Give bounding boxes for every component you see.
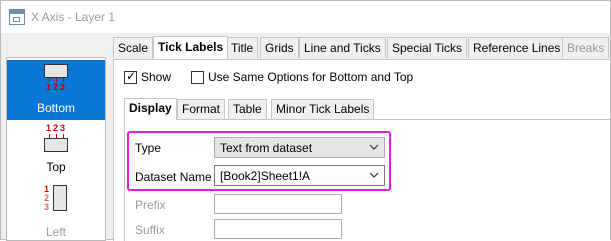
same-options-checkbox-label: Use Same Options for Bottom and Top <box>208 70 414 84</box>
type-dropdown[interactable]: Text from dataset <box>214 137 385 158</box>
tab-title[interactable]: Title <box>226 37 259 58</box>
axis-selector-list: 1 2 3 Bottom 1 2 3 Top 1 2 3 Left <box>6 57 106 241</box>
tab-line-and-ticks[interactable]: Line and Ticks <box>299 37 386 58</box>
type-dropdown-value: Text from dataset <box>220 141 313 155</box>
axis-item-top-label: Top <box>46 160 66 174</box>
type-label: Type <box>135 141 162 155</box>
subtab-table[interactable]: Table <box>228 99 267 119</box>
show-checkbox[interactable]: ✓ <box>124 69 137 84</box>
axis-item-left-label: Left <box>45 225 66 239</box>
chevron-down-icon <box>369 144 379 150</box>
prefix-input[interactable] <box>214 194 342 214</box>
tab-tick-labels[interactable]: Tick Labels <box>153 36 229 59</box>
show-checkbox-label: Show <box>141 70 172 84</box>
x-axis-dialog: X Axis - Layer 1 1 2 3 Bottom 1 2 3 Top … <box>0 0 611 241</box>
same-options-checkbox[interactable] <box>191 71 204 84</box>
window-icon <box>9 9 25 25</box>
tab-grids[interactable]: Grids <box>260 37 299 58</box>
suffix-label: Suffix <box>135 223 165 237</box>
dataset-name-value: [Book2]Sheet1!A <box>220 169 311 183</box>
checkmark-icon: ✓ <box>126 69 137 83</box>
axis-item-bottom-label: Bottom <box>36 101 75 115</box>
window-title: X Axis - Layer 1 <box>31 10 116 24</box>
subtab-format[interactable]: Format <box>177 99 226 119</box>
tab-special-ticks[interactable]: Special Ticks <box>387 37 468 58</box>
dataset-name-combobox[interactable]: [Book2]Sheet1!A <box>214 165 385 186</box>
subtab-display[interactable]: Display <box>124 98 177 120</box>
left-axis-icon: 1 2 3 <box>44 185 74 219</box>
suffix-input[interactable] <box>214 219 342 239</box>
tab-scale[interactable]: Scale <box>113 37 154 58</box>
top-axis-icon: 1 2 3 <box>42 124 72 156</box>
bottom-axis-icon: 1 2 3 <box>42 64 72 94</box>
tab-reference-lines[interactable]: Reference Lines <box>468 37 566 58</box>
title-bar: X Axis - Layer 1 <box>1 1 610 33</box>
chevron-down-icon <box>369 172 379 178</box>
tab-breaks[interactable]: Breaks <box>562 37 610 58</box>
axis-item-left[interactable]: 1 2 3 Left <box>7 182 105 240</box>
axis-item-bottom[interactable]: 1 2 3 Bottom <box>7 60 105 120</box>
dataset-name-label: Dataset Name <box>135 170 212 184</box>
axis-item-top[interactable]: 1 2 3 Top <box>7 122 105 180</box>
subtab-minor-tick-labels[interactable]: Minor Tick Labels <box>271 99 375 119</box>
prefix-label: Prefix <box>135 198 166 212</box>
